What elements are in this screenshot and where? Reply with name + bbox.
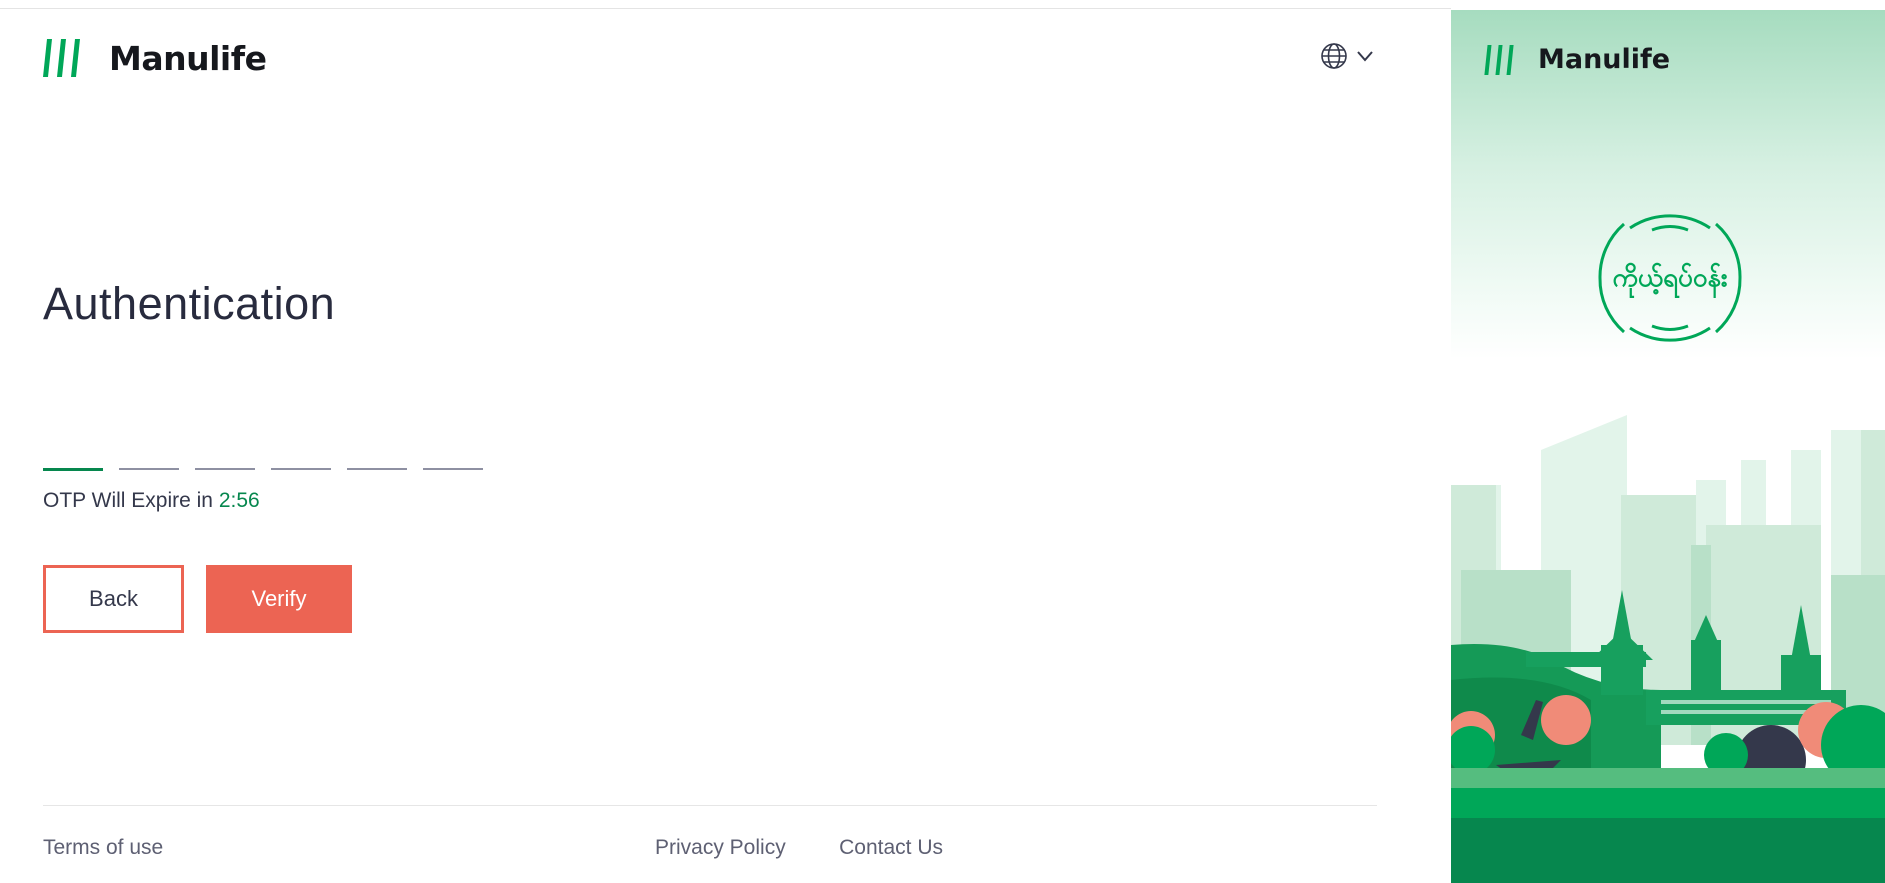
contact-us-link[interactable]: Contact Us: [839, 836, 943, 860]
verify-button[interactable]: Verify: [206, 565, 352, 633]
login-pane: Manulife Authentication OTP Will Expire …: [0, 8, 1451, 883]
language-selector[interactable]: [1320, 42, 1374, 70]
otp-input-group: [43, 448, 483, 471]
otp-expiry-label: OTP Will Expire in: [43, 489, 213, 512]
page-title: Authentication: [43, 278, 336, 329]
otp-expiry-text: OTP Will Expire in 2:56: [43, 489, 260, 513]
chevron-down-icon: [1357, 51, 1373, 62]
side-illustration-panel: Manulife ကိုယ့်ရပ်ဝန်း: [1451, 10, 1885, 883]
otp-digit-3[interactable]: [195, 448, 255, 470]
privacy-policy-link[interactable]: Privacy Policy: [655, 836, 786, 860]
campaign-seal-icon: ကိုယ့်ရပ်ဝန်း: [1598, 214, 1742, 342]
otp-digit-2[interactable]: [119, 448, 179, 470]
otp-digit-5[interactable]: [347, 448, 407, 470]
otp-digit-4[interactable]: [271, 448, 331, 470]
yangon-skyline-illustration: [1451, 415, 1885, 883]
footer-divider: [43, 805, 1377, 806]
otp-digit-1[interactable]: [43, 448, 103, 471]
otp-digit-6[interactable]: [423, 448, 483, 470]
back-button[interactable]: Back: [43, 565, 184, 633]
otp-countdown: 2:56: [218, 489, 260, 512]
side-panel-wordmark: Manulife: [1538, 44, 1671, 75]
manulife-logo-icon: [1484, 44, 1514, 75]
logo-wordmark: Manulife: [109, 38, 267, 78]
globe-icon: [1321, 43, 1347, 69]
manulife-logo[interactable]: Manulife: [43, 36, 267, 80]
manulife-logo-icon: [43, 39, 80, 77]
seal-text: ကိုယ့်ရပ်ဝန်း: [1612, 262, 1727, 299]
side-panel-logo: Manulife: [1484, 44, 1670, 75]
terms-of-use-link[interactable]: Terms of use: [43, 836, 163, 860]
